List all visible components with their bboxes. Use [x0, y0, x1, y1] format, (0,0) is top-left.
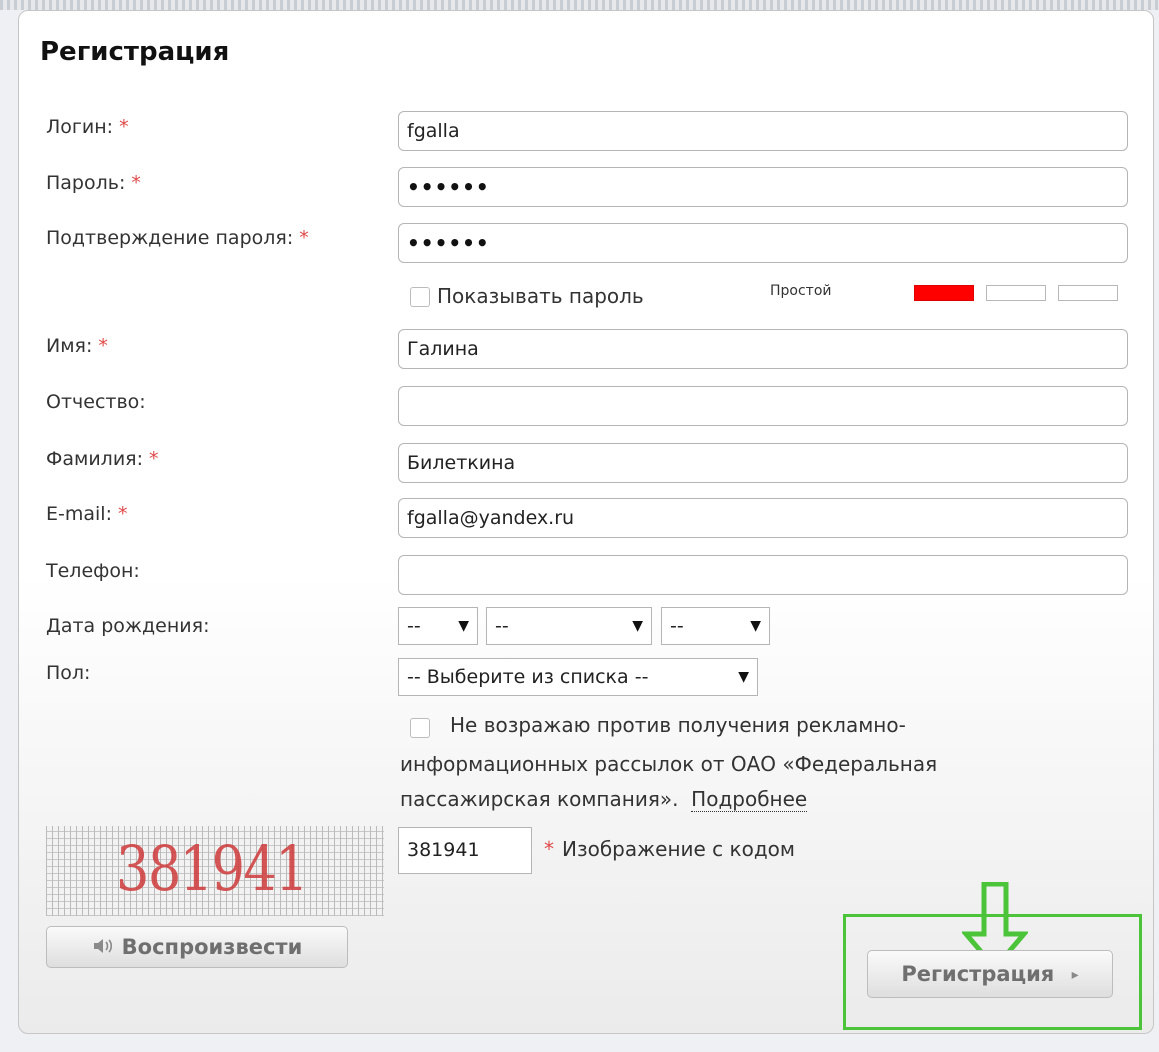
middle-name-label: Отчество: [46, 391, 146, 413]
password-strength-label: Простой [770, 283, 832, 299]
email-label-text: E-mail: [46, 503, 112, 525]
required-mark: * [149, 448, 159, 470]
required-mark: * [98, 335, 108, 357]
strength-segment-2 [986, 285, 1046, 301]
strength-segment-3 [1058, 285, 1118, 301]
first-name-label: Имя: * [46, 335, 108, 357]
show-password-label: Показывать пароль [437, 284, 644, 308]
required-mark: * [131, 172, 141, 194]
password-confirm-input[interactable]: •••••• [398, 223, 1128, 263]
last-name-label: Фамилия: * [46, 448, 159, 470]
phone-label: Телефон: [46, 560, 140, 582]
first-name-input[interactable]: Галина [398, 329, 1128, 369]
captcha-label-text: Изображение с кодом [562, 837, 795, 861]
birth-year-select[interactable]: -- ▼ [661, 607, 770, 645]
last-name-input[interactable]: Билеткина [398, 443, 1128, 483]
highlight-box [843, 914, 1142, 1030]
play-captcha-button[interactable]: Воспроизвести [46, 926, 348, 968]
chevron-down-icon: ▼ [738, 669, 749, 685]
password-input[interactable]: •••••• [398, 167, 1128, 207]
last-name-label-text: Фамилия: [46, 448, 144, 470]
login-input[interactable]: fgalla [398, 111, 1128, 151]
captcha-input[interactable]: 381941 [398, 827, 532, 874]
required-mark: * [117, 503, 128, 525]
page-title: Регистрация [40, 37, 230, 67]
chevron-down-icon: ▼ [750, 618, 761, 634]
required-mark: * [299, 227, 309, 249]
phone-input[interactable] [398, 555, 1128, 595]
birth-date-label: Дата рождения: [46, 615, 210, 637]
consent-text-line2: информационных рассылок от ОАО «Федераль… [400, 752, 938, 776]
consent-checkbox[interactable] [410, 718, 430, 738]
captcha-image: 381941 [46, 826, 384, 916]
required-mark: * [119, 116, 129, 138]
more-info-link[interactable]: Подробнее [691, 787, 808, 812]
password-label-text: Пароль: [46, 172, 126, 194]
captcha-label: * Изображение с кодом [544, 837, 795, 861]
gender-label: Пол: [46, 662, 91, 684]
gender-select[interactable]: -- Выберите из списка -- ▼ [398, 658, 758, 696]
login-label-text: Логин: [46, 116, 114, 138]
birth-year-value: -- [670, 615, 684, 637]
login-label: Логин: * [46, 116, 129, 138]
chevron-down-icon: ▼ [632, 618, 643, 634]
email-label: E-mail: * [46, 503, 127, 525]
password-confirm-label: Подтверждение пароля: * [46, 227, 309, 249]
consent-text-line3-text: пассажирская компания». [400, 787, 679, 811]
consent-text-line1: Не возражаю против получения рекламно- [450, 713, 906, 737]
show-password-checkbox[interactable] [410, 287, 430, 307]
password-label: Пароль: * [46, 172, 141, 194]
first-name-label-text: Имя: [46, 335, 93, 357]
birth-month-value: -- [495, 615, 509, 637]
birth-day-select[interactable]: -- ▼ [398, 607, 478, 645]
gender-value: -- Выберите из списка -- [407, 666, 649, 688]
password-confirm-label-text: Подтверждение пароля: [46, 227, 294, 249]
birth-month-select[interactable]: -- ▼ [486, 607, 652, 645]
consent-text-line3: пассажирская компания». Подробнее [400, 787, 808, 812]
email-input[interactable]: fgalla@yandex.ru [398, 498, 1128, 538]
play-button-label: Воспроизвести [121, 935, 303, 959]
captcha-image-text: 381941 [116, 832, 309, 905]
required-mark: * [544, 837, 554, 861]
chevron-down-icon: ▼ [458, 618, 469, 634]
top-border-strip [0, 0, 1159, 10]
speaker-icon [92, 928, 116, 968]
strength-segment-1 [914, 285, 974, 301]
middle-name-input[interactable] [398, 386, 1128, 426]
birth-day-value: -- [407, 615, 421, 637]
